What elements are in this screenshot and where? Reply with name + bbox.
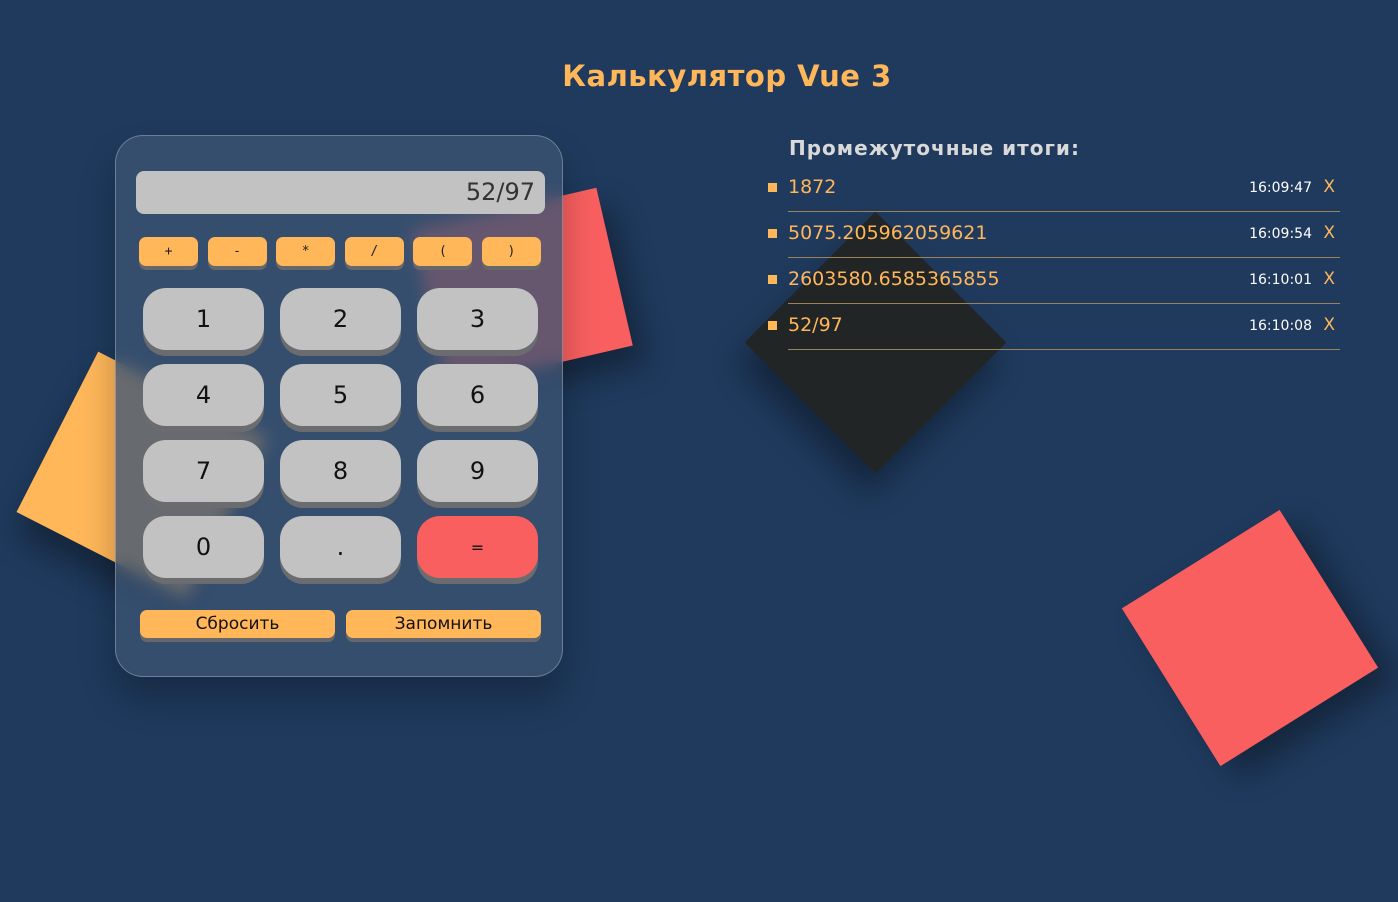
- digit-3-button[interactable]: 3: [417, 288, 538, 350]
- history-time: 16:09:54: [1249, 226, 1312, 242]
- number-keypad: 1 2 3 4 5 6 7 8 9 0 . =: [143, 288, 538, 578]
- digit-5-button[interactable]: 5: [280, 364, 401, 426]
- digit-4-button[interactable]: 4: [143, 364, 264, 426]
- delete-history-button[interactable]: X: [1323, 313, 1335, 337]
- history-panel: Промежуточные итоги: 1872 16:09:47 X 507…: [768, 136, 1340, 358]
- delete-history-button[interactable]: X: [1323, 175, 1335, 199]
- history-item: 1872 16:09:47 X: [768, 174, 1340, 212]
- history-item-content: 52/97 16:10:08 X: [788, 312, 1340, 350]
- history-item-content: 2603580.6585365855 16:10:01 X: [788, 266, 1340, 304]
- decimal-point-button[interactable]: .: [280, 516, 401, 578]
- equals-button[interactable]: =: [417, 516, 538, 578]
- delete-history-button[interactable]: X: [1323, 221, 1335, 245]
- history-item-content: 1872 16:09:47 X: [788, 174, 1340, 212]
- digit-0-button[interactable]: 0: [143, 516, 264, 578]
- multiply-button[interactable]: *: [276, 237, 336, 266]
- divide-button[interactable]: /: [344, 237, 404, 266]
- history-item: 2603580.6585365855 16:10:01 X: [768, 266, 1340, 304]
- history-time: 16:09:47: [1249, 180, 1312, 196]
- remember-button[interactable]: Запомнить: [346, 610, 541, 638]
- digit-2-button[interactable]: 2: [280, 288, 401, 350]
- calculator-panel: 52/97 + - * / ( ) 1 2 3 4 5 6 7 8 9 0 . …: [115, 135, 563, 677]
- history-value: 2603580.6585365855: [788, 268, 1000, 290]
- decorative-red-square-bottom: [1121, 509, 1379, 767]
- delete-history-button[interactable]: X: [1323, 267, 1335, 291]
- digit-8-button[interactable]: 8: [280, 440, 401, 502]
- square-bullet-icon: [768, 321, 777, 330]
- minus-button[interactable]: -: [207, 237, 267, 266]
- history-value: 1872: [788, 176, 837, 198]
- history-time: 16:10:08: [1249, 318, 1312, 334]
- plus-button[interactable]: +: [139, 237, 198, 266]
- history-value: 5075.205962059621: [788, 222, 988, 244]
- page-title: Калькулятор Vue 3: [562, 59, 892, 94]
- history-time: 16:10:01: [1249, 272, 1312, 288]
- calculator-display: 52/97: [136, 171, 545, 214]
- reset-button[interactable]: Сбросить: [140, 610, 335, 638]
- square-bullet-icon: [768, 275, 777, 284]
- history-item-content: 5075.205962059621 16:09:54 X: [788, 220, 1340, 258]
- history-title: Промежуточные итоги:: [789, 136, 1080, 160]
- close-parenthesis-button[interactable]: ): [481, 237, 541, 266]
- digit-6-button[interactable]: 6: [417, 364, 538, 426]
- history-value: 52/97: [788, 314, 843, 336]
- digit-1-button[interactable]: 1: [143, 288, 264, 350]
- square-bullet-icon: [768, 229, 777, 238]
- digit-7-button[interactable]: 7: [143, 440, 264, 502]
- operator-row: + - * / ( ): [139, 237, 541, 267]
- square-bullet-icon: [768, 183, 777, 192]
- open-parenthesis-button[interactable]: (: [413, 237, 473, 266]
- digit-9-button[interactable]: 9: [417, 440, 538, 502]
- history-item: 52/97 16:10:08 X: [768, 312, 1340, 350]
- calculator-actions: Сбросить Запомнить: [140, 610, 541, 638]
- history-item: 5075.205962059621 16:09:54 X: [768, 220, 1340, 258]
